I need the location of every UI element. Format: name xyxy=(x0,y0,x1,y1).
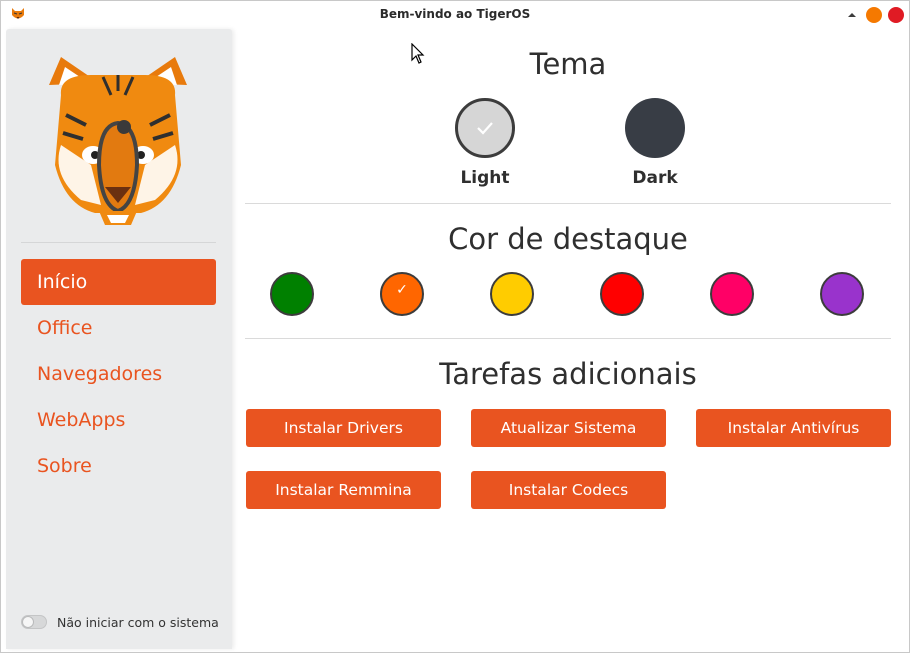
theme-dark-label: Dark xyxy=(632,168,678,188)
accent-green-swatch[interactable] xyxy=(270,272,314,316)
theme-dark-swatch[interactable] xyxy=(625,98,685,158)
chevron-up-icon[interactable] xyxy=(845,8,859,22)
window-title: Bem-vindo ao TigerOS xyxy=(379,7,531,21)
accent-yellow-swatch[interactable] xyxy=(490,272,534,316)
sidebar-item-navegadores[interactable]: Navegadores xyxy=(21,351,216,397)
section-divider xyxy=(245,203,891,204)
mouse-pointer-icon xyxy=(411,43,425,64)
update-system-button[interactable]: Atualizar Sistema xyxy=(471,409,666,447)
install-remmina-button[interactable]: Instalar Remmina xyxy=(246,471,441,509)
install-antivirus-button[interactable]: Instalar Antivírus xyxy=(696,409,891,447)
sidebar-item-office[interactable]: Office xyxy=(21,305,216,351)
startup-toggle-row: Não iniciar com o sistema xyxy=(21,612,219,632)
minimize-button[interactable] xyxy=(866,7,882,23)
accent-purple-swatch[interactable] xyxy=(820,272,864,316)
sidebar-nav: Início Office Navegadores WebApps Sobre xyxy=(21,259,216,489)
accent-red-swatch[interactable] xyxy=(600,272,644,316)
tasks-heading: Tarefas adicionais xyxy=(439,357,697,391)
theme-dark-option[interactable]: Dark xyxy=(605,98,705,188)
theme-light-swatch[interactable] xyxy=(455,98,515,158)
tiger-logo-icon xyxy=(49,57,187,225)
theme-heading: Tema xyxy=(529,47,607,81)
theme-light-option[interactable]: Light xyxy=(435,98,535,188)
sidebar-item-webapps[interactable]: WebApps xyxy=(21,397,216,443)
check-icon: ✓ xyxy=(396,282,408,298)
startup-toggle[interactable] xyxy=(21,615,47,629)
toggle-knob xyxy=(22,616,34,628)
sidebar-item-sobre[interactable]: Sobre xyxy=(21,443,216,489)
install-codecs-button[interactable]: Instalar Codecs xyxy=(471,471,666,509)
startup-toggle-label: Não iniciar com o sistema xyxy=(57,614,219,630)
section-divider xyxy=(245,338,891,339)
accent-heading: Cor de destaque xyxy=(448,222,688,256)
sidebar-divider xyxy=(21,242,216,243)
install-drivers-button[interactable]: Instalar Drivers xyxy=(246,409,441,447)
close-button[interactable] xyxy=(888,7,904,23)
accent-pink-swatch[interactable] xyxy=(710,272,754,316)
sidebar-item-inicio[interactable]: Início xyxy=(21,259,216,305)
check-icon xyxy=(477,122,493,135)
main-content: Tema Light Dark Cor de destaque ✓ Tarefa… xyxy=(245,29,891,649)
sidebar: Início Office Navegadores WebApps Sobre … xyxy=(6,29,232,649)
theme-light-label: Light xyxy=(460,168,510,188)
app-window: Bem-vindo ao TigerOS Início Office Naveg… xyxy=(0,0,910,653)
title-bar: Bem-vindo ao TigerOS xyxy=(1,1,909,29)
accent-orange-swatch[interactable]: ✓ xyxy=(380,272,424,316)
